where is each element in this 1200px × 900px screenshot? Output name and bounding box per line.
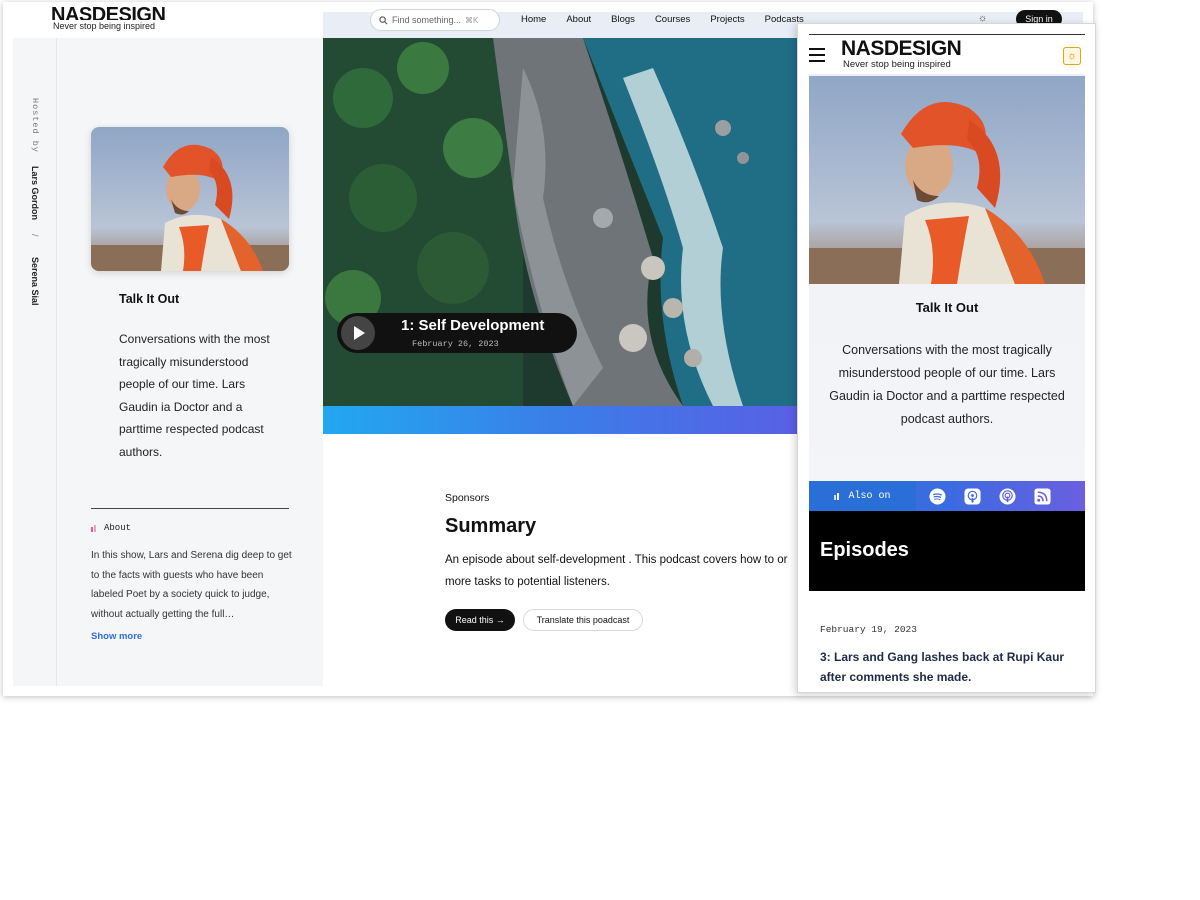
brand-tagline: Never stop being inspired [53,21,156,31]
rss-icon[interactable] [1034,488,1051,505]
nav-home[interactable]: Home [521,14,546,25]
episode-player[interactable]: 1: Self Development February 26, 2023 [337,313,577,353]
hamburger-menu-icon[interactable] [809,48,825,62]
search-shortcut: ⌘K [465,15,479,25]
nav-about[interactable]: About [566,14,591,25]
read-this-button[interactable]: Read this → [445,609,515,631]
about-divider [91,508,289,509]
podcast-icon[interactable] [999,488,1016,505]
apple-podcasts-icon[interactable] [964,488,981,505]
about-label: About [104,523,132,533]
host-name-2[interactable]: Serena Sial [30,257,40,306]
hosts-bar: Hosted by Lars Gordon / Serena Sial [13,38,57,686]
episodes-heading: Episodes [820,539,909,561]
hero-gradient-bar [323,406,803,434]
bar-chart-icon [91,525,96,532]
host-separator: / [30,234,40,237]
also-on-label-box: Also on [809,481,916,511]
summary-text: An episode about self-development . This… [445,554,788,588]
spotify-icon[interactable] [929,488,946,505]
host-name-1[interactable]: Lars Gordon [30,166,40,220]
mobile-show-description: Conversations with the most tragically m… [829,343,1065,426]
show-title: Talk It Out [119,292,180,306]
sponsors-label[interactable]: Sponsors [445,492,489,504]
summary-heading: Summary [445,515,537,537]
mobile-theme-toggle-icon[interactable]: ☼ [1063,47,1081,65]
mobile-view: NASDESIGN Never stop being inspired ☼ Ta… [797,23,1096,693]
mobile-brand-logo[interactable]: NASDESIGN Never stop being inspired [841,39,961,70]
hosted-by-label: Hosted by [30,98,40,153]
show-more-link[interactable]: Show more [91,631,142,642]
podcast-sidebar: Hosted by Lars Gordon / Serena Sial Talk… [13,38,323,686]
brand-name: NASDESIGN [51,6,166,20]
about-heading: About [91,523,131,533]
nav-blogs[interactable]: Blogs [611,14,635,25]
main-nav: Home About Blogs Courses Projects Podcas… [521,14,824,25]
episodes-section-header: Episodes [809,511,1085,591]
about-text: In this show, Lars and Serena dig deep t… [91,550,292,620]
search-icon [379,15,388,24]
mobile-podcast-cover-image [809,76,1085,284]
bar-chart-icon [834,493,840,500]
nav-projects[interactable]: Projects [710,14,744,25]
episode-title-link[interactable]: 3: Lars and Gang lashes back at Rupi Kau… [820,647,1080,687]
mobile-brand-tagline: Never stop being inspired [843,59,951,70]
mobile-top-divider [809,34,1085,35]
also-on-bar: Also on [809,481,1085,511]
show-description: Conversations with the most tragically m… [119,332,270,459]
search-input[interactable]: Find something... ⌘K [370,9,500,31]
translate-podcast-button[interactable]: Translate this poadcast [523,609,643,631]
podcast-cover-image [91,127,289,271]
player-episode-date: February 26, 2023 [412,339,499,349]
mobile-show-title: Talk It Out [915,300,979,315]
episode-date: February 19, 2023 [820,624,917,635]
search-placeholder: Find something... [392,15,462,25]
brand-logo[interactable]: NASDESIGN Never stop being inspired [51,6,165,31]
play-button[interactable] [341,316,375,350]
also-on-label: Also on [848,490,891,502]
player-episode-title: 1: Self Development [401,317,545,334]
nav-courses[interactable]: Courses [655,14,690,25]
mobile-brand-name: NASDESIGN [841,39,962,58]
mobile-show-card: Talk It Out Conversations with the most … [809,74,1085,482]
